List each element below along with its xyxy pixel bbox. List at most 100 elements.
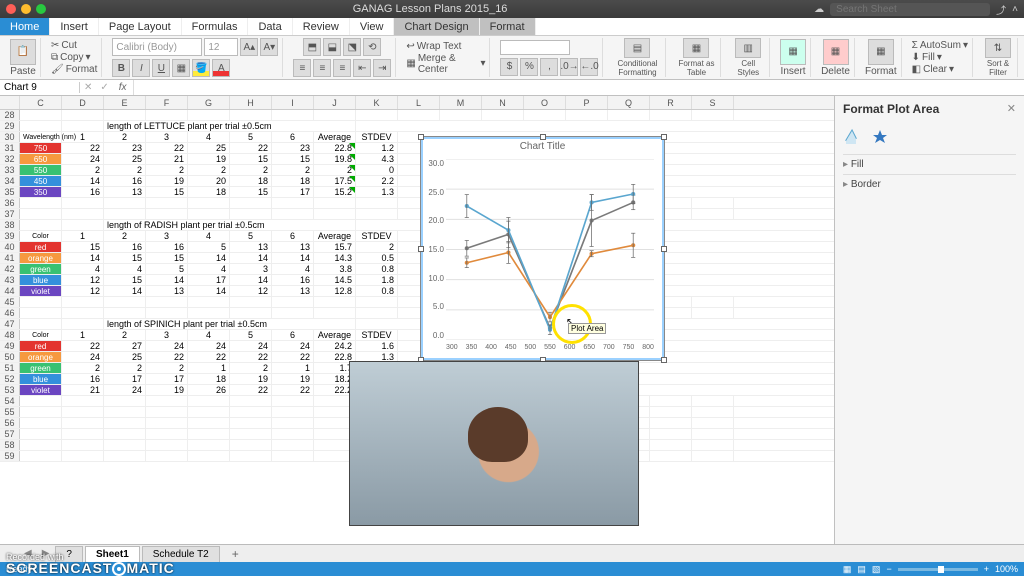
zoom-out-icon[interactable]: − (886, 564, 891, 574)
tab-review[interactable]: Review (293, 18, 350, 35)
col-header[interactable]: K (356, 96, 398, 109)
col-header[interactable] (0, 96, 20, 109)
paste-icon[interactable]: 📋 (10, 39, 36, 65)
align-left-icon[interactable]: ≡ (293, 59, 311, 77)
tab-format[interactable]: Format (480, 18, 536, 35)
percent-icon[interactable]: % (520, 58, 538, 76)
currency-icon[interactable]: $ (500, 58, 518, 76)
col-header[interactable]: H (230, 96, 272, 109)
font-select[interactable] (112, 38, 202, 56)
fill-line-mode-icon[interactable] (843, 128, 861, 146)
view-pagebreak-icon[interactable]: ▧ (872, 564, 881, 575)
orientation-icon[interactable]: ⟲ (363, 38, 381, 56)
sort-filter-icon[interactable]: ⇅ (985, 38, 1011, 58)
plot-area[interactable]: 30.025.020.015.010.05.00.0 3003504004505… (446, 159, 654, 340)
col-header[interactable]: L (398, 96, 440, 109)
underline-icon[interactable]: U (152, 59, 170, 77)
col-header[interactable]: N (482, 96, 524, 109)
col-header[interactable]: I (272, 96, 314, 109)
fill-down-icon: ⬇︎ (912, 52, 920, 63)
font-color-icon[interactable]: A (212, 59, 230, 77)
col-header[interactable]: D (62, 96, 104, 109)
col-header[interactable]: R (650, 96, 692, 109)
align-top-icon[interactable]: ⬒ (303, 38, 321, 56)
zoom-window-icon[interactable] (36, 4, 46, 14)
col-header[interactable]: Q (608, 96, 650, 109)
zoom-slider[interactable] (898, 568, 978, 571)
col-header[interactable]: S (692, 96, 734, 109)
col-header[interactable]: M (440, 96, 482, 109)
search-sheet-input[interactable] (830, 3, 990, 16)
fill-button[interactable]: ⬇︎ Fill ▾ (912, 52, 942, 63)
merge-center-button[interactable]: ▦ Merge & Center ▾ (406, 53, 485, 75)
col-header[interactable]: C (20, 96, 62, 109)
decrease-font-icon[interactable]: A▾ (260, 38, 278, 56)
minimize-window-icon[interactable] (21, 4, 31, 14)
border-icon[interactable]: ▦ (172, 59, 190, 77)
column-headers[interactable]: CDEFGHIJKLMNOPQRS (0, 96, 834, 110)
font-size-select[interactable] (204, 38, 238, 56)
cloud-icon[interactable]: ☁︎ (814, 4, 824, 15)
fill-color-icon[interactable]: 🪣 (192, 59, 210, 77)
view-normal-icon[interactable]: ▦ (843, 564, 852, 575)
formula-input[interactable] (133, 80, 1024, 95)
pane-section-fill[interactable]: Fill (843, 154, 1016, 174)
close-window-icon[interactable] (6, 4, 16, 14)
pane-section-border[interactable]: Border (843, 174, 1016, 194)
increase-decimal-icon[interactable]: .0→ (560, 58, 578, 76)
copy-button[interactable]: ⧉ Copy ▾ (51, 52, 91, 63)
col-header[interactable]: G (188, 96, 230, 109)
align-center-icon[interactable]: ≡ (313, 59, 331, 77)
tab-chart-design[interactable]: Chart Design (394, 18, 479, 35)
align-middle-icon[interactable]: ⬓ (323, 38, 341, 56)
worksheet[interactable]: CDEFGHIJKLMNOPQRS 2829length of LETTUCE … (0, 96, 834, 544)
format-as-table-icon[interactable]: ▦ (683, 38, 709, 58)
tab-data[interactable]: Data (248, 18, 292, 35)
name-box[interactable]: Chart 9 (0, 82, 80, 93)
tab-formulas[interactable]: Formulas (182, 18, 249, 35)
insert-cells-icon[interactable]: ▦ (780, 39, 806, 65)
increase-indent-icon[interactable]: ⇥ (373, 59, 391, 77)
zoom-in-icon[interactable]: + (984, 564, 989, 574)
format-cells-icon[interactable]: ▦ (868, 39, 894, 65)
x-axis[interactable]: 300350400450500550600650700750800 (446, 344, 654, 354)
embedded-chart[interactable]: Chart Title 30.025.020.015.010.05.00.0 3… (420, 136, 665, 361)
accept-formula-icon[interactable]: ✓ (96, 82, 112, 93)
bold-icon[interactable]: B (112, 59, 130, 77)
cut-button[interactable]: ✂︎ Cut (51, 40, 77, 51)
ribbon-toggle-icon[interactable]: ˄ (1012, 4, 1018, 15)
tab-view[interactable]: View (350, 18, 395, 35)
col-header[interactable]: O (524, 96, 566, 109)
align-right-icon[interactable]: ≡ (333, 59, 351, 77)
autosum-button[interactable]: Σ AutoSum ▾ (912, 40, 968, 51)
align-bottom-icon[interactable]: ⬔ (343, 38, 361, 56)
wrap-text-button[interactable]: ↩︎ Wrap Text (406, 41, 461, 52)
cell-styles-icon[interactable]: ▥ (735, 38, 761, 58)
italic-icon[interactable]: I (132, 59, 150, 77)
format-painter-button[interactable]: 🖌︎ Format (51, 64, 97, 75)
effects-mode-icon[interactable] (871, 128, 889, 146)
delete-cells-icon[interactable]: ▦ (823, 39, 849, 65)
add-sheet-button[interactable]: + (222, 545, 249, 563)
share-icon[interactable]: ⤴︎ (996, 2, 1006, 17)
comma-icon[interactable]: , (540, 58, 558, 76)
view-layout-icon[interactable]: ▤ (857, 564, 866, 575)
conditional-formatting-icon[interactable]: ▤ (624, 38, 650, 58)
col-header[interactable]: E (104, 96, 146, 109)
tab-home[interactable]: Home (0, 18, 50, 35)
decrease-decimal-icon[interactable]: ←.0 (580, 58, 598, 76)
clear-button[interactable]: ◧ Clear ▾ (912, 64, 954, 75)
col-header[interactable]: P (566, 96, 608, 109)
tab-page-layout[interactable]: Page Layout (99, 18, 182, 35)
fx-label[interactable]: fx (113, 82, 133, 93)
col-header[interactable]: J (314, 96, 356, 109)
tab-insert[interactable]: Insert (50, 18, 99, 35)
window-controls[interactable] (6, 4, 46, 14)
cancel-formula-icon[interactable]: ✕ (80, 82, 96, 93)
increase-font-icon[interactable]: A▴ (240, 38, 258, 56)
y-axis[interactable]: 30.025.020.015.010.05.00.0 (426, 159, 444, 340)
decrease-indent-icon[interactable]: ⇤ (353, 59, 371, 77)
close-pane-icon[interactable]: ✕ (1007, 102, 1016, 115)
col-header[interactable]: F (146, 96, 188, 109)
number-format-select[interactable] (500, 40, 570, 55)
